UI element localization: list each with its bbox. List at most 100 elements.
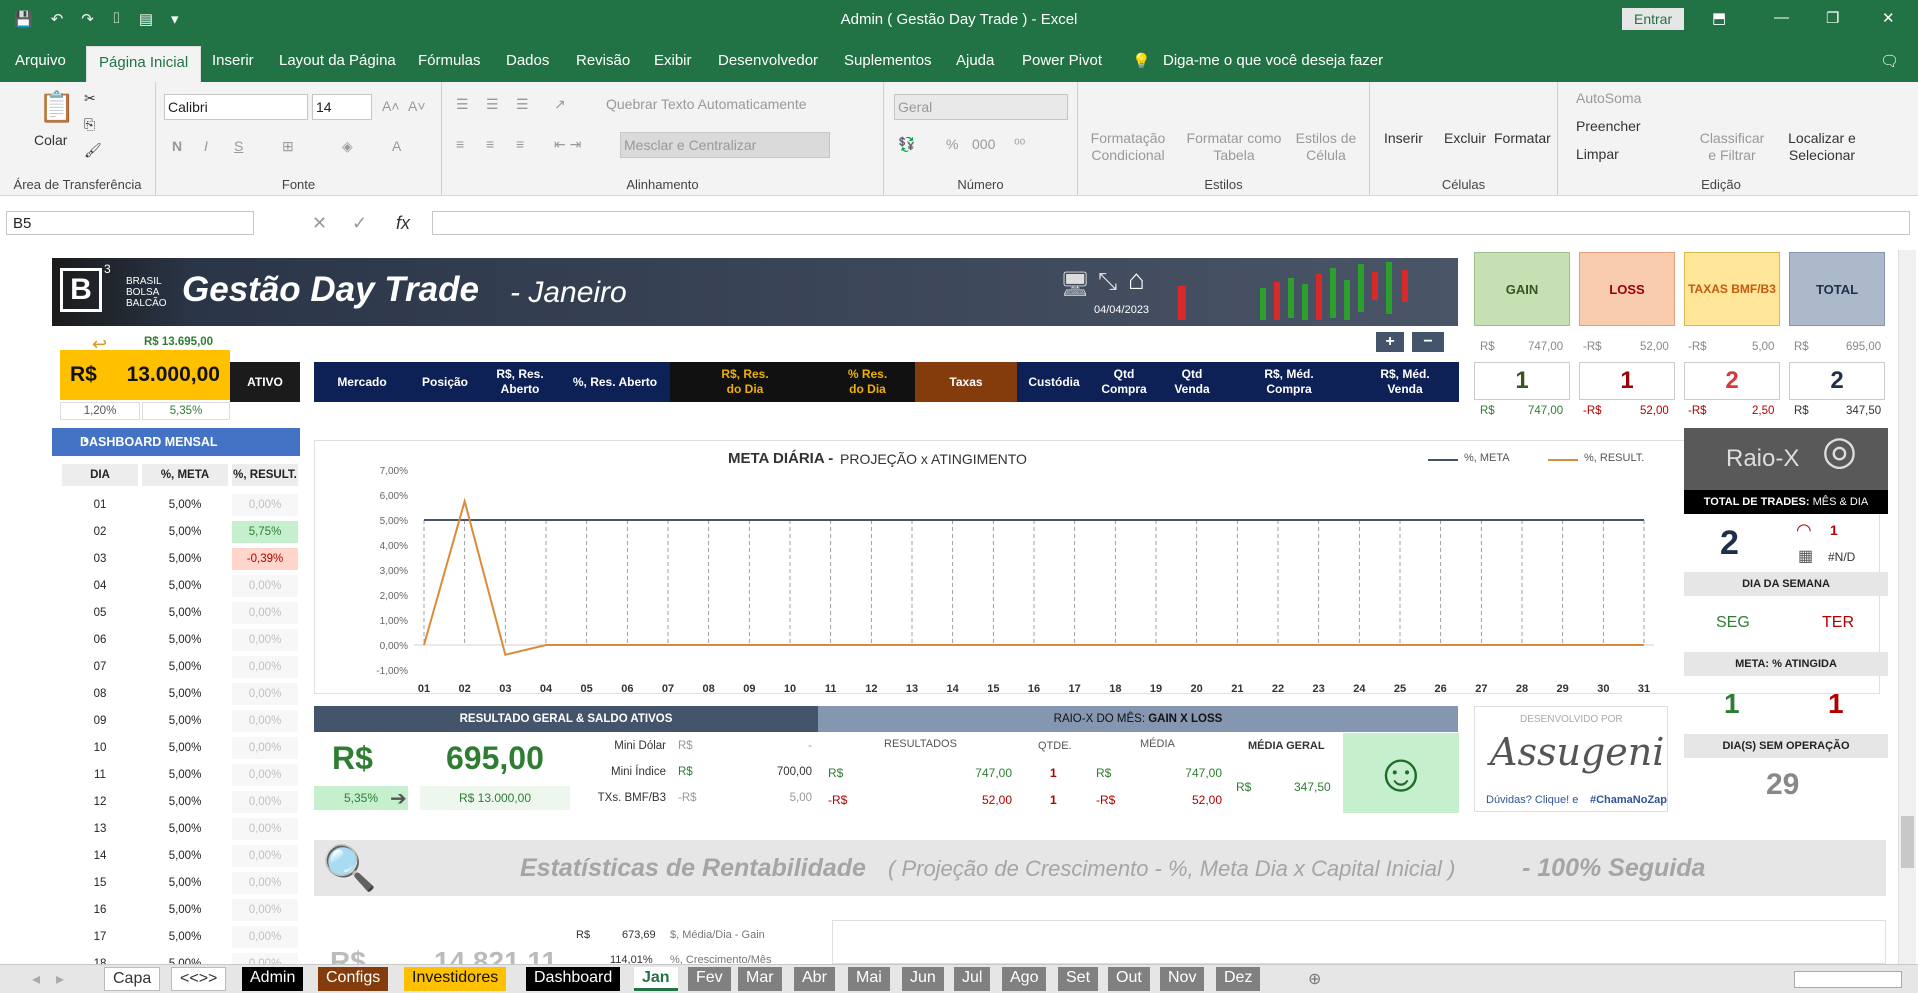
align-right-icon[interactable]: ≡ bbox=[516, 136, 524, 152]
wrap-text-button[interactable]: Quebrar Texto Automaticamente bbox=[606, 96, 807, 112]
delete-cells-button[interactable]: Excluir bbox=[1444, 130, 1486, 146]
prev-sheet-icon[interactable]: ◂ bbox=[24, 967, 48, 991]
sheet-fev[interactable]: Fev bbox=[688, 967, 731, 991]
insert-cells-button[interactable]: Inserir bbox=[1384, 130, 1423, 146]
signin-button[interactable]: Entrar bbox=[1622, 8, 1685, 30]
paste-button[interactable]: Colar bbox=[34, 132, 67, 148]
borders-icon[interactable]: ⊞ bbox=[282, 138, 294, 155]
sheet-set[interactable]: Set bbox=[1058, 967, 1099, 991]
sheet-capa[interactable]: Capa bbox=[104, 967, 161, 991]
function-icon[interactable]: fx bbox=[396, 213, 410, 234]
name-box[interactable]: B5 bbox=[6, 211, 254, 235]
sheet-jun[interactable]: Jun bbox=[902, 967, 944, 991]
tab-pagina-inicial[interactable]: Página Inicial bbox=[86, 46, 202, 82]
scroll-thumb[interactable] bbox=[1901, 816, 1914, 868]
sheet-nov[interactable]: Nov bbox=[1160, 967, 1205, 991]
sheet-admin[interactable]: Admin bbox=[242, 967, 304, 991]
paste-icon[interactable]: 📋 bbox=[38, 90, 75, 125]
shrink-icon[interactable]: ⤡ bbox=[1098, 268, 1117, 296]
tab-inserir[interactable]: Inserir bbox=[212, 52, 254, 69]
tab-revisao[interactable]: Revisão bbox=[576, 52, 630, 69]
speedometer-icon: ◠ bbox=[1796, 520, 1812, 540]
sheet-configs[interactable]: Configs bbox=[318, 967, 389, 991]
autosum-button[interactable]: AutoSoma bbox=[1576, 90, 1641, 106]
underline-button[interactable]: S bbox=[234, 138, 243, 154]
tab-formulas[interactable]: Fórmulas bbox=[418, 52, 481, 69]
tab-exibir[interactable]: Exibir bbox=[654, 52, 692, 69]
conditional-format-button[interactable]: Formatação Condicional bbox=[1088, 130, 1168, 164]
italic-button[interactable]: I bbox=[204, 138, 208, 154]
cut-icon[interactable]: ✂ bbox=[84, 90, 96, 107]
sort-filter-button[interactable]: Classificar e Filtrar bbox=[1694, 130, 1770, 164]
monitor-icon[interactable]: 🖥 bbox=[1060, 270, 1090, 299]
enter-icon[interactable]: ✓ bbox=[352, 213, 367, 234]
formula-input[interactable] bbox=[432, 211, 1910, 235]
cell-styles-button[interactable]: Estilos de Célula bbox=[1286, 130, 1366, 164]
clear-button[interactable]: Limpar bbox=[1576, 146, 1619, 162]
align-left-icon[interactable]: ≡ bbox=[456, 136, 464, 152]
next-sheet-icon[interactable]: ▸ bbox=[48, 967, 72, 991]
minus-button[interactable]: − bbox=[1412, 332, 1444, 352]
align-bottom-icon[interactable]: ☰ bbox=[516, 96, 529, 113]
sheet-abr[interactable]: Abr bbox=[794, 967, 835, 991]
tab-ajuda[interactable]: Ajuda bbox=[956, 52, 994, 69]
sheet-ago[interactable]: Ago bbox=[1002, 967, 1047, 991]
sheet-dashboard[interactable]: Dashboard bbox=[526, 967, 621, 991]
sheet-jul[interactable]: Jul bbox=[954, 967, 991, 991]
plus-button[interactable]: + bbox=[1376, 332, 1404, 352]
restore-icon[interactable]: ❐ bbox=[1826, 9, 1839, 27]
bold-button[interactable]: N bbox=[172, 138, 182, 154]
number-format-select[interactable]: Geral bbox=[894, 94, 1068, 120]
fill-color-icon[interactable]: ◈ bbox=[342, 138, 353, 155]
horizontal-scrollbar[interactable] bbox=[1794, 971, 1902, 988]
merge-center-button[interactable]: Mesclar e Centralizar bbox=[620, 132, 830, 158]
sheet-investidores[interactable]: Investidores bbox=[404, 967, 507, 991]
format-painter-icon[interactable]: 🖌 bbox=[84, 142, 102, 159]
tab-layout[interactable]: Layout da Página bbox=[279, 52, 396, 69]
align-top-icon[interactable]: ☰ bbox=[456, 96, 469, 113]
sheet-mar[interactable]: Mar bbox=[738, 967, 782, 991]
sheet-arrows[interactable]: <<>> bbox=[171, 967, 227, 991]
font-size-select[interactable]: 14 bbox=[312, 94, 372, 120]
tab-desenvolvedor[interactable]: Desenvolvedor bbox=[718, 52, 818, 69]
home-icon[interactable]: ⌂ bbox=[1128, 264, 1145, 296]
decimal-icon[interactable]: ⁰⁰ bbox=[1014, 136, 1025, 153]
percent-icon[interactable]: % bbox=[946, 136, 958, 152]
comments-icon[interactable]: 🗨 bbox=[1880, 52, 1899, 70]
indent-icon[interactable]: ⇤ ⇥ bbox=[554, 136, 581, 153]
increase-font-icon[interactable]: A˄ bbox=[382, 98, 400, 114]
sheet-mai[interactable]: Mai bbox=[848, 967, 890, 991]
sheet-out[interactable]: Out bbox=[1108, 967, 1150, 991]
copy-icon[interactable]: ⎘ bbox=[84, 116, 95, 133]
rx-row-val: 52,00 bbox=[981, 793, 1012, 807]
tell-me-search[interactable]: Diga-me o que você deseja fazer bbox=[1163, 52, 1383, 69]
comma-icon[interactable]: 000 bbox=[972, 136, 995, 152]
sheet-dez[interactable]: Dez bbox=[1216, 967, 1261, 991]
ribbon-display-icon[interactable]: ⬒ bbox=[1712, 9, 1726, 27]
align-middle-icon[interactable]: ☰ bbox=[486, 96, 499, 113]
close-icon[interactable]: ✕ bbox=[1882, 9, 1895, 27]
font-family-select[interactable]: Calibri bbox=[164, 94, 308, 120]
align-center-icon[interactable]: ≡ bbox=[486, 136, 494, 152]
find-select-button[interactable]: Localizar e Selecionar bbox=[1772, 130, 1872, 164]
tab-suplementos[interactable]: Suplementos bbox=[844, 52, 932, 69]
font-color-icon[interactable]: A bbox=[392, 138, 401, 154]
vertical-scrollbar[interactable] bbox=[1898, 250, 1916, 964]
cancel-icon[interactable]: ✕ bbox=[312, 213, 327, 234]
format-table-button[interactable]: Formatar como Tabela bbox=[1184, 130, 1284, 164]
decrease-font-icon[interactable]: A˅ bbox=[408, 98, 426, 114]
currency-icon[interactable]: 💱 bbox=[898, 136, 915, 153]
tab-power-pivot[interactable]: Power Pivot bbox=[1022, 52, 1102, 69]
tab-dados[interactable]: Dados bbox=[506, 52, 549, 69]
sheet-jan[interactable]: Jan bbox=[634, 967, 678, 991]
number-label: Número bbox=[957, 177, 1004, 192]
fill-button[interactable]: Preencher bbox=[1576, 118, 1641, 134]
dev-help[interactable]: Dúvidas? Clique! e bbox=[1486, 794, 1578, 806]
raiox-mes-geral-cur: R$ bbox=[1236, 780, 1252, 794]
add-sheet-icon[interactable]: ⊕ bbox=[1300, 967, 1329, 991]
dev-tag[interactable]: #ChamaNoZap bbox=[1590, 794, 1667, 806]
format-cells-button[interactable]: Formatar bbox=[1494, 130, 1551, 146]
orientation-icon[interactable]: ↗ bbox=[554, 96, 566, 113]
tab-arquivo[interactable]: Arquivo bbox=[15, 52, 66, 69]
minimize-icon[interactable]: — bbox=[1774, 9, 1789, 26]
